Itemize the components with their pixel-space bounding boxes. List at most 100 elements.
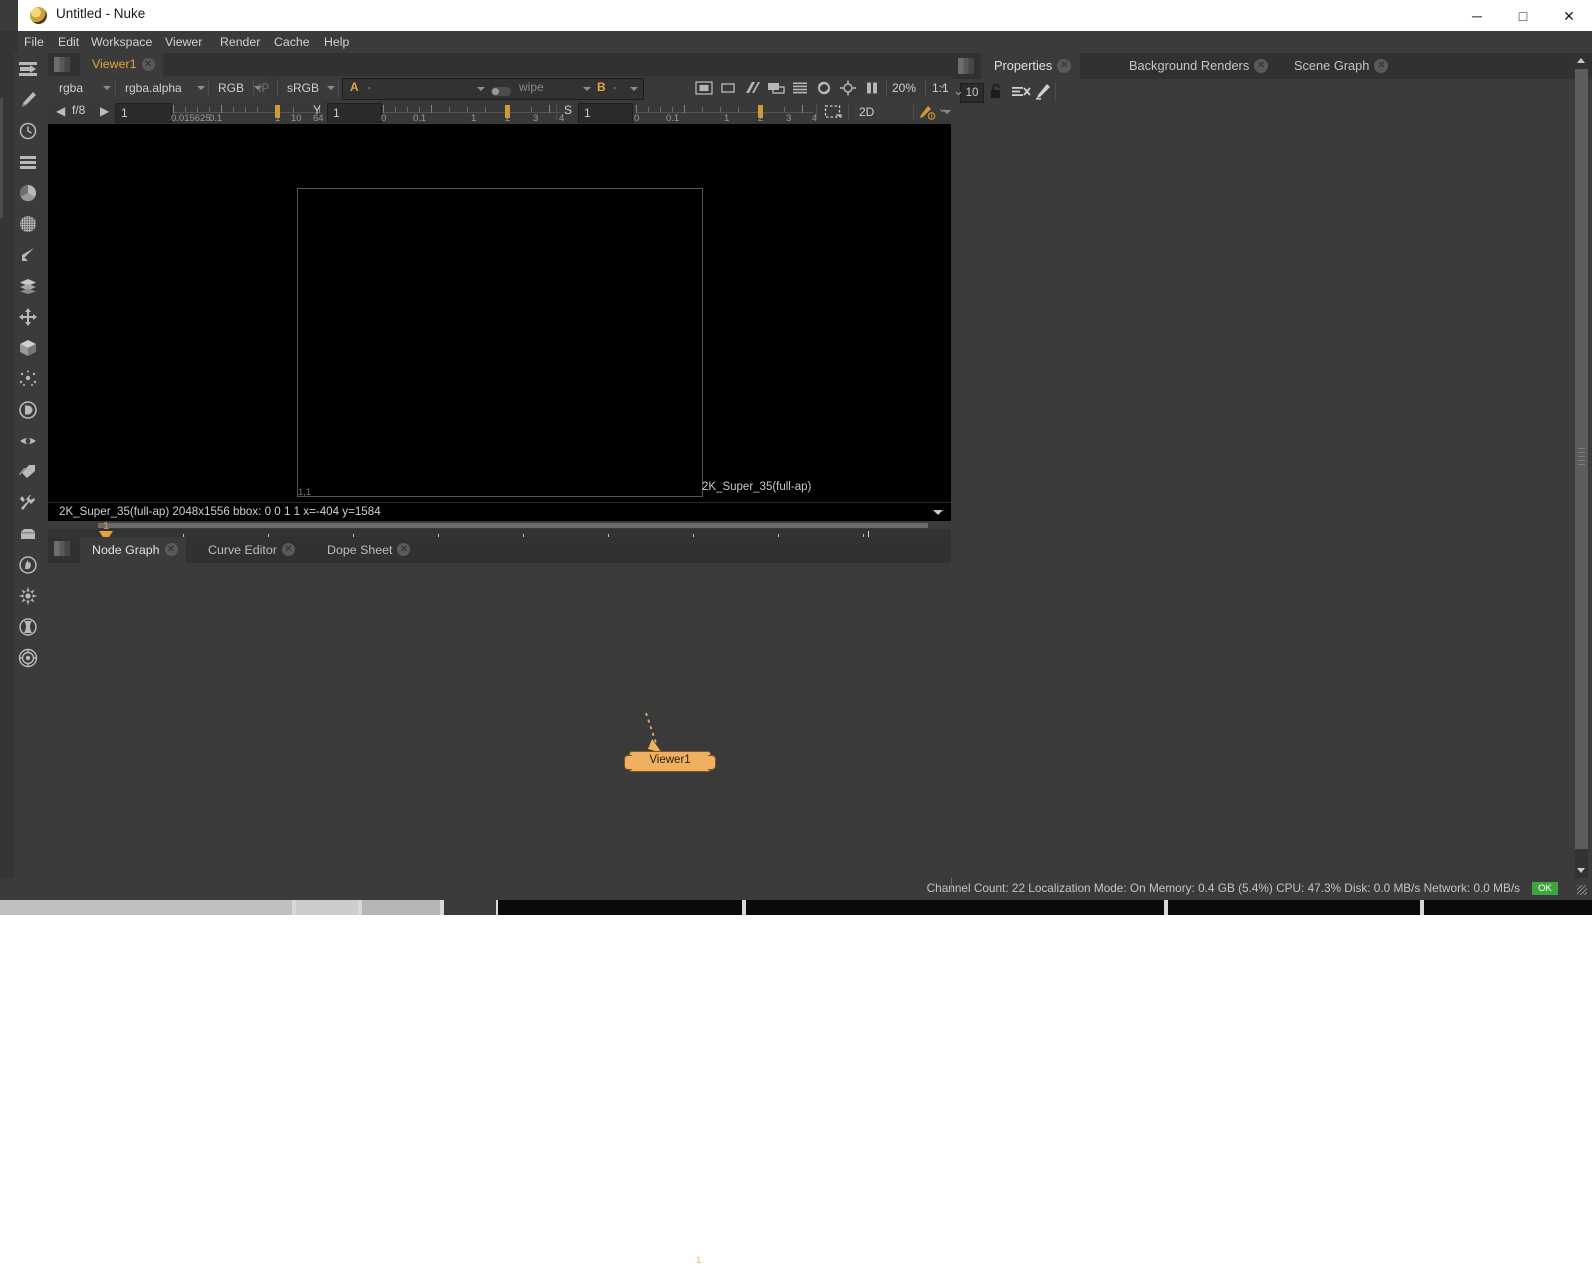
gain-next-button[interactable]: ▶ — [100, 104, 109, 122]
colorspace-dropdown[interactable]: sRGB — [282, 79, 339, 97]
chevron-down-icon[interactable] — [630, 87, 638, 91]
panel-grip-icon[interactable] — [958, 58, 974, 74]
fit-to-window-button[interactable] — [694, 79, 714, 97]
clear-all-button[interactable] — [1011, 83, 1031, 101]
tab-viewer1[interactable]: Viewer1 ✕ — [80, 53, 163, 76]
properties-scrollbar[interactable] — [1575, 53, 1588, 878]
scroll-down-arrow-icon[interactable] — [1577, 868, 1585, 873]
tab-curve-editor[interactable]: Curve Editor ✕ — [196, 537, 303, 563]
buffer-a-label[interactable]: A — [350, 80, 359, 94]
toolbar-item-draw[interactable] — [14, 84, 42, 115]
menu-edit[interactable]: Edit — [52, 34, 85, 51]
wipe-toggle[interactable] — [491, 87, 511, 96]
chevron-down-icon[interactable] — [583, 87, 591, 91]
tab-background-renders-close-icon[interactable]: ✕ — [1254, 59, 1268, 73]
nuke-application-window: Untitled - Nuke ─ □ ✕ File Edit Workspac… — [0, 0, 1592, 915]
tab-curve-editor-label: Curve Editor — [208, 543, 277, 557]
channel-node-icon — [18, 152, 38, 172]
pixel-analyzer-button[interactable] — [742, 79, 762, 97]
scroll-up-arrow-icon[interactable] — [1577, 58, 1585, 63]
zoom-level[interactable]: 20% — [892, 79, 916, 97]
gamma-slider[interactable]: 0 0.1 1 2 3 4 — [383, 104, 561, 120]
channel-set-dropdown[interactable]: rgba — [54, 79, 115, 97]
toolbar-item-transform[interactable] — [14, 301, 42, 332]
buffer-b-value[interactable]: - — [613, 80, 617, 98]
menu-help[interactable]: Help — [318, 34, 355, 51]
tab-scene-graph-close-icon[interactable]: ✕ — [1374, 59, 1388, 73]
pause-button[interactable] — [862, 79, 882, 97]
tab-node-graph-close-icon[interactable]: ✕ — [165, 543, 178, 556]
nodegraph-canvas[interactable]: Viewer1 — [48, 563, 951, 878]
buffer-b-label[interactable]: B — [597, 80, 606, 94]
properties-collapse-button[interactable]: ⌄ — [953, 83, 964, 99]
resize-grip-icon[interactable] — [1577, 885, 1587, 895]
pixel-analyzer-icon — [743, 80, 761, 96]
toolbar-item-caravr[interactable] — [14, 642, 42, 673]
toolbar-item-keyer[interactable] — [14, 239, 42, 270]
region-of-interest-button[interactable] — [823, 103, 843, 121]
chevron-down-icon[interactable] — [477, 87, 485, 91]
edit-button[interactable] — [1033, 83, 1053, 101]
ip-toggle[interactable]: IP — [258, 79, 269, 97]
close-button[interactable]: ✕ — [1546, 0, 1592, 31]
gain-gamma-button[interactable] — [838, 79, 858, 97]
tab-background-renders[interactable]: Background Renders ✕ — [1116, 53, 1277, 79]
panel-grip-icon[interactable] — [54, 57, 70, 72]
tab-curve-editor-close-icon[interactable]: ✕ — [282, 543, 295, 556]
tab-dope-sheet[interactable]: Dope Sheet ✕ — [315, 537, 418, 563]
roi-button[interactable] — [766, 79, 786, 97]
menu-viewer[interactable]: Viewer — [159, 34, 208, 51]
proxy-format-button[interactable] — [718, 79, 738, 97]
menu-render[interactable]: Render — [214, 34, 266, 51]
viewer-canvas[interactable]: 1,1 2K_Super_35(full-ap) — [48, 124, 951, 502]
toolbar-item-views[interactable] — [14, 425, 42, 456]
interlace-button[interactable] — [790, 79, 810, 97]
saturation-slider[interactable]: 0 0.1 1 2 3 4 — [636, 104, 814, 120]
gain-prev-button[interactable]: ◀ — [56, 104, 65, 122]
toolbar-item-merge[interactable] — [14, 270, 42, 301]
toolbar-item-other[interactable] — [14, 518, 42, 549]
toolbar-item-metadata[interactable] — [14, 456, 42, 487]
maximize-button[interactable]: □ — [1500, 0, 1546, 31]
toolbar-item-particles[interactable] — [14, 363, 42, 394]
toolbar-item-toolsets[interactable] — [14, 487, 42, 518]
unlock-button[interactable] — [989, 83, 1009, 101]
tab-properties-close-icon[interactable]: ✕ — [1057, 59, 1071, 73]
gamma-input[interactable]: 1 — [327, 103, 382, 123]
minimize-button[interactable]: ─ — [1454, 0, 1500, 31]
menu-workspace[interactable]: Workspace — [85, 34, 158, 51]
toolbar-item-3d[interactable] — [14, 332, 42, 363]
timeline-scrollbar[interactable] — [98, 523, 928, 528]
toolbar-item-color[interactable] — [14, 177, 42, 208]
node-viewer1[interactable]: Viewer1 — [629, 751, 711, 772]
scrollbar-grip-icon[interactable] — [1578, 445, 1585, 465]
chevron-down-icon[interactable] — [933, 510, 943, 515]
gain-slider[interactable]: 0.015625 0.1 1 10 64 — [173, 104, 321, 120]
toolbar-item-filter[interactable] — [14, 208, 42, 239]
channel-dropdown[interactable]: rgba.alpha — [120, 79, 209, 97]
toolbar-item-keylight[interactable] — [14, 580, 42, 611]
toolbar-item-image[interactable] — [14, 53, 42, 84]
menu-file[interactable]: File — [18, 34, 50, 51]
toolbar-overflow-button[interactable]: ⌄ — [938, 78, 947, 96]
gpu-warning-button[interactable] — [916, 103, 936, 121]
toolbar-item-furnace[interactable] — [14, 549, 42, 580]
buffer-a-value[interactable]: - — [367, 80, 371, 98]
toolbar-item-deep[interactable] — [14, 394, 42, 425]
refresh-button[interactable] — [814, 79, 834, 97]
tab-dope-sheet-close-icon[interactable]: ✕ — [397, 543, 410, 556]
blend-mode-value[interactable]: wipe — [519, 80, 544, 98]
tab-node-graph[interactable]: Node Graph ✕ — [80, 537, 186, 563]
saturation-input[interactable]: 1 — [578, 103, 633, 123]
toolbar-item-channel[interactable] — [14, 146, 42, 177]
tab-scene-graph[interactable]: Scene Graph ✕ — [1281, 53, 1397, 79]
panel-grip-icon[interactable] — [54, 541, 70, 556]
tab-properties[interactable]: Properties ✕ — [981, 53, 1080, 79]
toolbar-item-ocula[interactable] — [14, 611, 42, 642]
toolbar2-overflow-button[interactable]: ⌄ — [938, 102, 947, 120]
status-badge[interactable]: OK — [1532, 882, 1558, 895]
menu-cache[interactable]: Cache — [268, 34, 316, 51]
gain-input[interactable]: 1 — [115, 103, 172, 123]
toolbar-item-time[interactable] — [14, 115, 42, 146]
tab-viewer1-close-icon[interactable]: ✕ — [142, 58, 155, 71]
